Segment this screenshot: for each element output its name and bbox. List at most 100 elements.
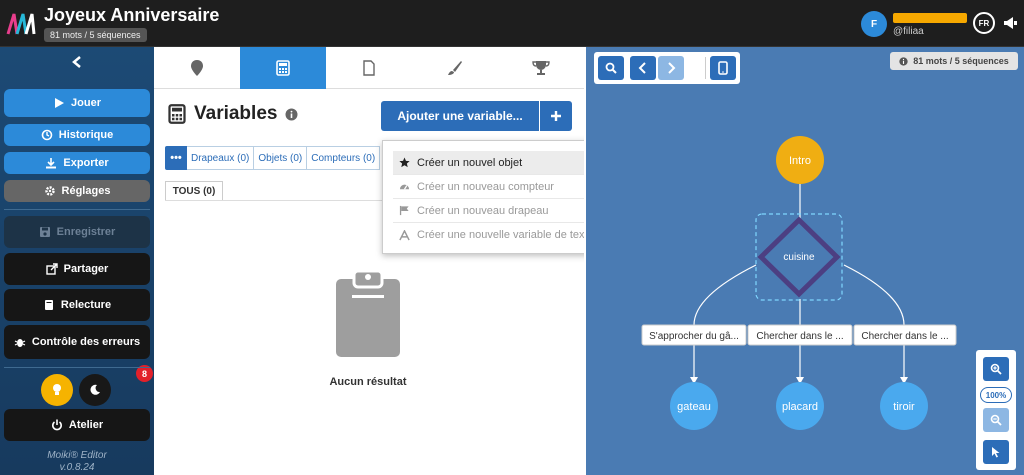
node-kitchen[interactable]: cuisine	[755, 213, 843, 301]
story-graph-canvas[interactable]: 81 mots / 5 séquences Intro cuisine S'ap…	[584, 47, 1024, 475]
plus-icon	[551, 111, 561, 121]
workshop-label: Atelier	[68, 419, 104, 431]
variables-heading: Variables	[168, 103, 298, 125]
play-icon	[55, 98, 65, 108]
play-label: Jouer	[71, 97, 101, 109]
review-button[interactable]: Relecture	[4, 289, 150, 321]
info-icon[interactable]	[285, 108, 298, 121]
gear-icon	[44, 186, 55, 196]
bug-icon	[14, 339, 26, 347]
error-check-button[interactable]: Contrôle des erreurs	[4, 325, 150, 359]
flag-icon	[399, 205, 409, 216]
error-check-label: Contrôle des erreurs	[31, 336, 141, 348]
history-icon	[41, 129, 53, 141]
zoom-in-icon	[990, 363, 1002, 375]
node-kitchen-label: cuisine	[783, 252, 815, 263]
zoom-out-icon	[990, 414, 1002, 426]
choice-label: S'approcher du gâ...	[649, 331, 739, 342]
floppy-icon	[39, 227, 50, 237]
variables-panel: Variables Ajouter une variable... ••• Dr…	[154, 47, 584, 475]
collapse-sidebar-button[interactable]	[0, 51, 154, 73]
panel-tabs	[154, 47, 584, 89]
editor-name: Moiki® Editor	[47, 450, 107, 461]
review-label: Relecture	[60, 299, 112, 311]
export-label: Exporter	[63, 157, 109, 169]
history-button[interactable]: Historique	[4, 124, 150, 146]
add-variable-plus-button[interactable]	[540, 101, 572, 131]
calculator-icon	[168, 104, 186, 124]
share-icon	[45, 263, 58, 275]
story-title: Joyeux Anniversaire	[44, 5, 220, 25]
dark-theme-button[interactable]	[79, 374, 111, 406]
sidebar: Jouer Historique Exporter Réglages Enreg…	[0, 47, 154, 475]
edge-kitchen-choice1	[693, 264, 757, 326]
cursor-icon	[992, 447, 1000, 458]
clipboard-icon	[336, 271, 400, 357]
create-object-label: Créer un nouvel objet	[417, 156, 523, 169]
zoom-controls: 100%	[976, 350, 1016, 470]
node-intro-label: Intro	[789, 155, 811, 167]
tab-variables[interactable]	[240, 47, 326, 89]
filter-flags[interactable]: Drapeaux (0)	[187, 146, 255, 170]
moon-icon	[90, 384, 100, 395]
brush-icon	[448, 61, 462, 75]
tab-all[interactable]: TOUS (0)	[165, 181, 223, 201]
language-button[interactable]: FR	[973, 12, 995, 34]
save-button[interactable]: Enregistrer	[4, 216, 150, 248]
save-label: Enregistrer	[56, 226, 116, 238]
tab-location[interactable]	[154, 47, 240, 89]
filter-objects[interactable]: Objets (0)	[254, 146, 308, 170]
zoom-out-button[interactable]	[983, 408, 1009, 432]
gauge-icon	[399, 184, 410, 190]
filter-menu-button[interactable]: •••	[165, 146, 187, 170]
tab-style[interactable]	[412, 47, 498, 89]
share-label: Partager	[63, 263, 109, 275]
editor-version: v.0.8.24	[59, 462, 95, 473]
choice-label: Chercher dans le ...	[861, 331, 948, 342]
create-counter-label: Créer un nouveau compteur	[417, 180, 554, 193]
select-tool-button[interactable]	[983, 440, 1009, 464]
filter-counters[interactable]: Compteurs (0)	[307, 146, 381, 170]
create-flag-label: Créer un nouveau drapeau	[417, 204, 549, 217]
add-variable-button[interactable]: Ajouter une variable...	[381, 101, 539, 131]
app-header: Joyeux Anniversaire 81 mots / 5 séquence…	[0, 0, 1024, 47]
sidebar-divider	[4, 209, 150, 210]
tab-pages[interactable]	[326, 47, 412, 89]
map-pin-icon	[191, 60, 203, 76]
node-drawer[interactable]: tiroir	[880, 382, 928, 430]
megaphone-icon[interactable]	[1002, 15, 1018, 31]
download-icon	[46, 158, 57, 169]
node-cupboard[interactable]: placard	[776, 382, 824, 430]
user-name-redacted	[893, 13, 967, 23]
node-cupboard-label: placard	[782, 401, 818, 413]
node-drawer-label: tiroir	[893, 401, 915, 413]
filter-bar: ••• Drapeaux (0) Objets (0) Compteurs (0…	[165, 146, 381, 170]
choice-label: Chercher dans le ...	[756, 331, 843, 342]
zoom-level[interactable]: 100%	[980, 387, 1012, 403]
tab-achievements[interactable]	[498, 47, 584, 89]
choice-search-cupboard[interactable]: Chercher dans le ...	[747, 324, 853, 346]
choice-search-drawer[interactable]: Chercher dans le ...	[853, 324, 957, 346]
workshop-button[interactable]: Atelier	[4, 409, 150, 441]
settings-button[interactable]: Réglages	[4, 180, 150, 202]
share-button[interactable]: Partager	[4, 253, 150, 285]
empty-state-text: Aucun résultat	[329, 376, 407, 388]
light-theme-button[interactable]	[41, 374, 73, 406]
node-intro[interactable]: Intro	[776, 136, 824, 184]
file-icon	[363, 60, 375, 76]
node-cake[interactable]: gateau	[670, 382, 718, 430]
user-avatar[interactable]: F	[861, 11, 887, 37]
edge-kitchen-choice3	[843, 264, 905, 326]
book-icon	[44, 300, 53, 310]
play-button[interactable]: Jouer	[4, 89, 150, 117]
lightbulb-icon	[53, 384, 61, 395]
choice-approach-cake[interactable]: S'approcher du gâ...	[641, 324, 747, 346]
star-icon	[399, 157, 410, 168]
export-button[interactable]: Exporter	[4, 152, 150, 174]
story-graph: Intro cuisine S'approcher du gâ... Cherc…	[641, 136, 957, 430]
power-icon	[51, 419, 62, 431]
user-handle: @filiaa	[893, 26, 924, 37]
chevron-left-icon	[72, 56, 81, 68]
zoom-in-button[interactable]	[983, 357, 1009, 381]
trophy-icon	[532, 61, 550, 75]
